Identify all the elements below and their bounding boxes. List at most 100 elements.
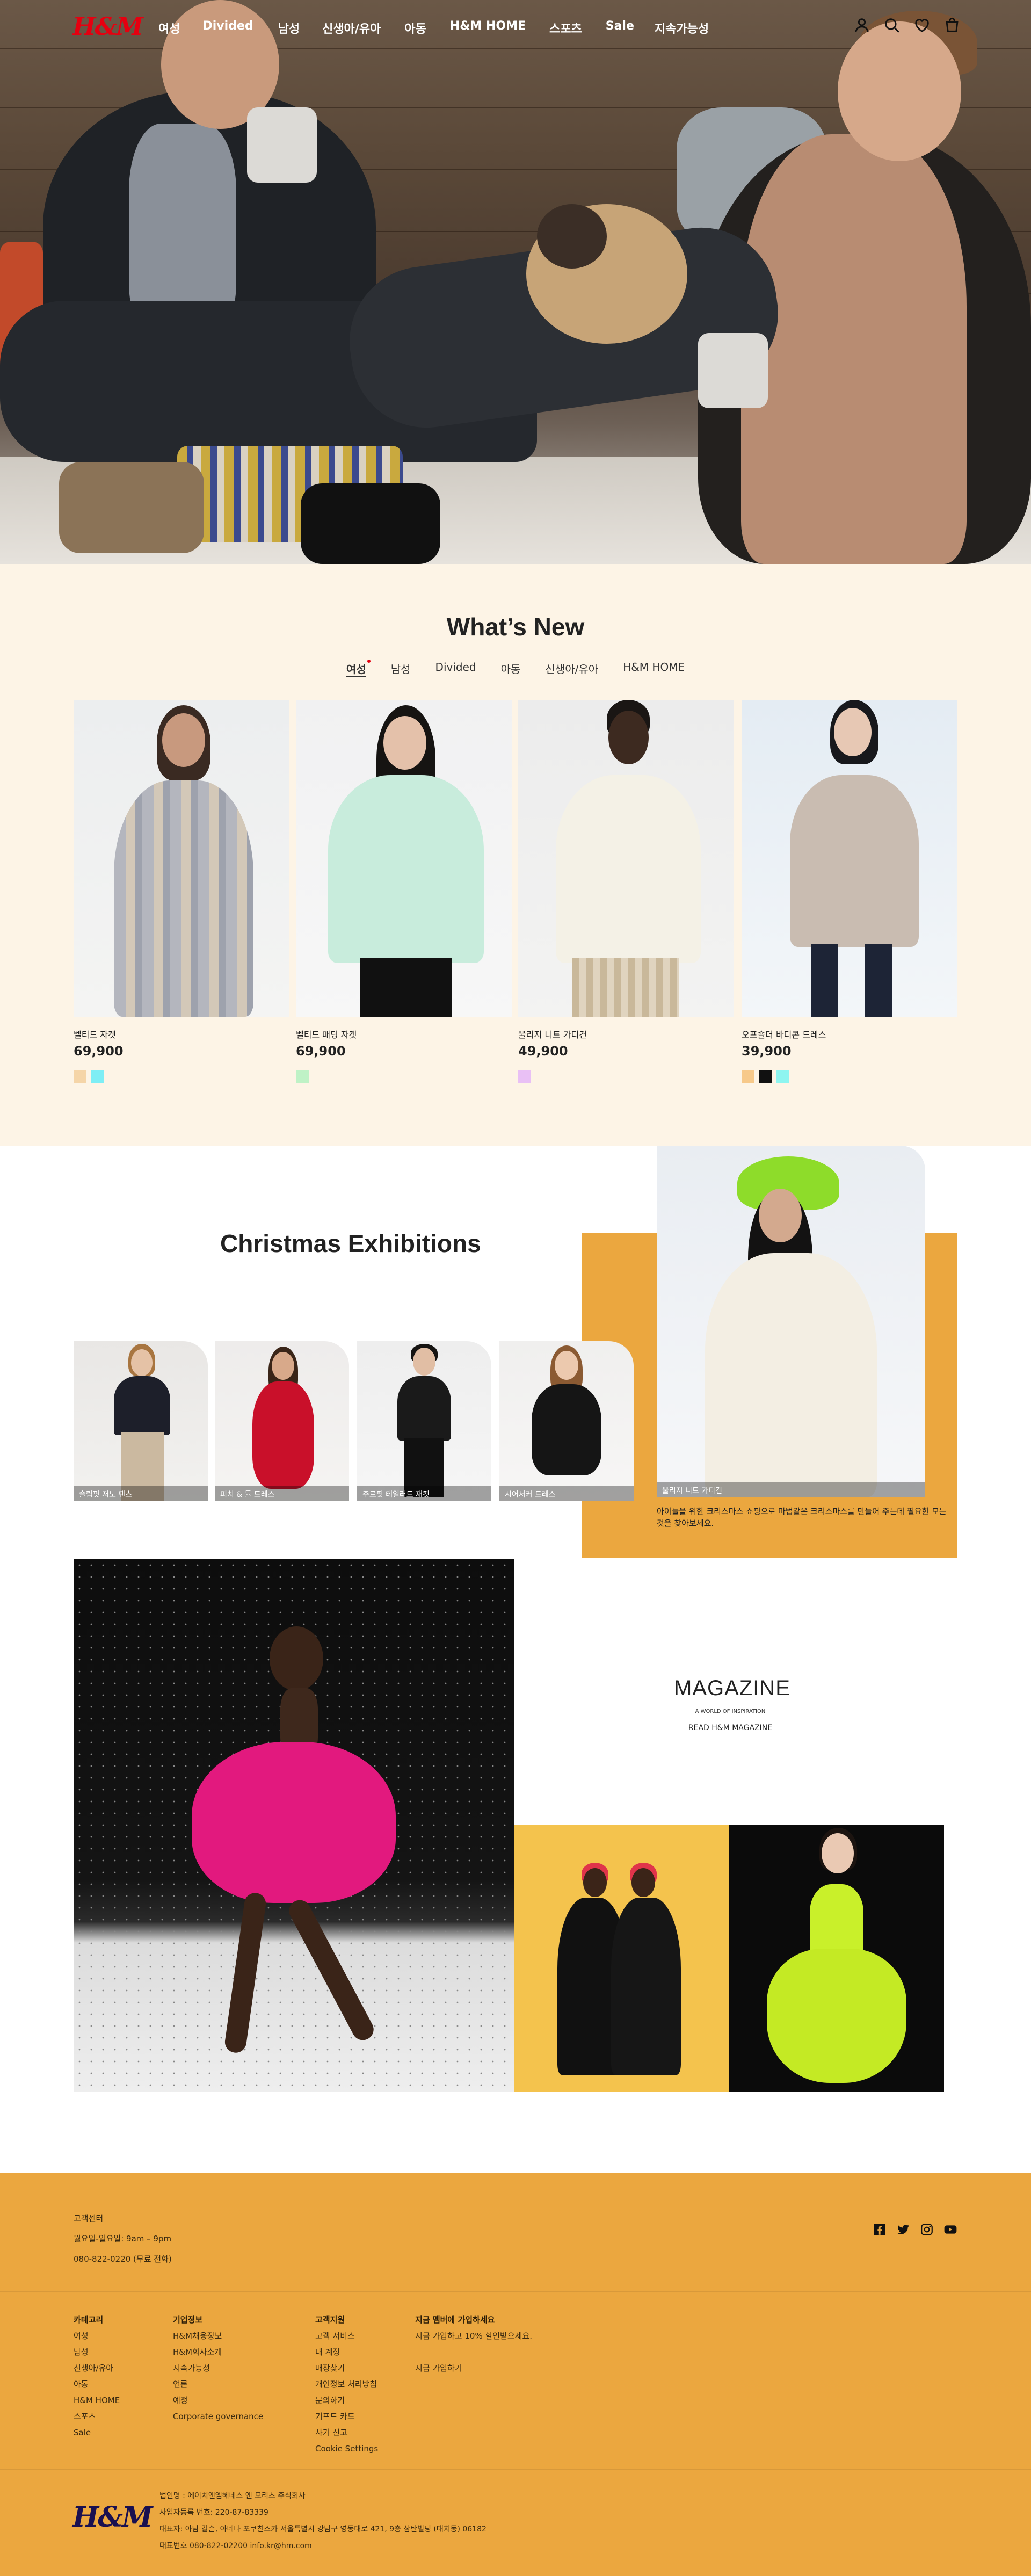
model-face — [822, 1833, 854, 1873]
whats-new-tabs: 여성 남성 Divided 아동 신생아/유아 H&M HOME — [0, 660, 1031, 676]
hero-mug — [698, 333, 768, 408]
heart-icon[interactable] — [913, 16, 931, 34]
product-card[interactable]: 울리지 니트 가디건 49,900 — [518, 700, 734, 1083]
model-top — [114, 1376, 170, 1435]
footer-link[interactable]: H&M회사소개 — [173, 2344, 263, 2360]
footer-link[interactable]: 신생아/유아 — [74, 2360, 120, 2376]
hero-banner[interactable] — [0, 0, 1031, 564]
color-swatch[interactable] — [776, 1070, 789, 1083]
footer-link[interactable]: 고객 서비스 — [315, 2328, 378, 2344]
read-magazine-link[interactable]: READ H&M MAGAZINE — [674, 1724, 787, 1732]
footer-link[interactable]: Sale — [74, 2425, 120, 2441]
magazine-model — [74, 1559, 514, 2092]
color-swatch[interactable] — [759, 1070, 772, 1083]
tab-kids[interactable]: 아동 — [501, 661, 521, 676]
color-swatch[interactable] — [296, 1070, 309, 1083]
instagram-icon[interactable] — [920, 2223, 934, 2237]
magazine-models — [514, 1825, 729, 2092]
nav-link-home[interactable]: H&M HOME — [450, 19, 526, 37]
product-model — [518, 700, 734, 1017]
model-jacket — [328, 775, 484, 963]
product-name[interactable]: 벨티드 자켓 — [74, 1027, 289, 1040]
footer-link[interactable]: H&M HOME — [74, 2392, 120, 2408]
footer-link[interactable]: 아동 — [74, 2376, 120, 2392]
product-image[interactable] — [74, 700, 289, 1017]
nav-link-men[interactable]: 남성 — [278, 19, 300, 37]
color-swatch[interactable] — [74, 1070, 86, 1083]
nav-link-sport[interactable]: 스포츠 — [549, 19, 582, 37]
product-card[interactable]: 벨티드 패딩 자켓 69,900 — [296, 700, 512, 1083]
product-name[interactable]: 벨티드 패딩 자켓 — [296, 1027, 512, 1040]
nav-link-divided[interactable]: Divided — [202, 19, 253, 37]
cart-icon[interactable] — [943, 16, 961, 34]
magazine-main-image[interactable] — [74, 1559, 514, 2092]
nav-link-sustainability[interactable]: 지속가능성 — [655, 19, 709, 37]
product-swatches — [742, 1070, 957, 1083]
christmas-card[interactable]: 슬림핏 저노 팬츠 — [74, 1341, 208, 1501]
color-swatch[interactable] — [742, 1070, 754, 1083]
hm-logo[interactable]: H&M — [72, 12, 143, 41]
join-now-link[interactable]: 지금 가입하기 — [415, 2360, 532, 2376]
tab-home[interactable]: H&M HOME — [623, 661, 685, 676]
tab-baby[interactable]: 신생아/유아 — [545, 661, 598, 676]
footer-link[interactable]: Corporate governance — [173, 2408, 263, 2425]
product-card[interactable]: 오프숄더 바디콘 드레스 39,900 — [742, 700, 957, 1083]
nav-link-kids[interactable]: 아동 — [404, 19, 426, 37]
product-name[interactable]: 오프숄더 바디콘 드레스 — [742, 1027, 957, 1040]
search-icon[interactable] — [883, 16, 901, 34]
footer-column-support: 고객지원 고객 서비스 내 계정 매장찾기 개인정보 처리방침 문의하기 기프트… — [315, 2312, 378, 2457]
footer-link[interactable]: 문의하기 — [315, 2392, 378, 2408]
footer-link[interactable]: 사기 신고 — [315, 2425, 378, 2441]
footer-link[interactable]: H&M채용정보 — [173, 2328, 263, 2344]
footer-link[interactable]: 개인정보 처리방침 — [315, 2376, 378, 2392]
footer-link[interactable]: 매장찾기 — [315, 2360, 378, 2376]
product-image[interactable] — [296, 700, 512, 1017]
product-image[interactable] — [742, 700, 957, 1017]
youtube-icon[interactable] — [943, 2223, 957, 2237]
model-face — [834, 708, 872, 756]
customer-service-phone[interactable]: 080-822-0220 (무료 전화) — [74, 2249, 172, 2269]
nav-link-baby[interactable]: 신생아/유아 — [322, 19, 381, 37]
magazine-image-couple[interactable] — [514, 1825, 729, 2092]
card-model — [215, 1341, 349, 1501]
footer-link[interactable]: 기프트 카드 — [315, 2408, 378, 2425]
magazine-model — [729, 1825, 944, 2092]
product-image[interactable] — [518, 700, 734, 1017]
tab-divided[interactable]: Divided — [435, 661, 476, 676]
color-swatch[interactable] — [91, 1070, 104, 1083]
christmas-card[interactable]: 피치 & 튤 드레스 — [215, 1341, 349, 1501]
company-address: 대표자: 아담 칼슨, 아네타 포쿠친스카 서울특별시 강남구 영동대로 421… — [159, 2525, 487, 2534]
magazine-image-dress[interactable] — [729, 1825, 944, 2092]
color-swatch[interactable] — [518, 1070, 531, 1083]
nav-link-sale[interactable]: Sale — [606, 19, 634, 37]
footer-link[interactable]: 남성 — [74, 2344, 120, 2360]
model-jacket — [397, 1376, 451, 1441]
footer-column-heading: 카테고리 — [74, 2315, 104, 2325]
footer-link[interactable]: 언론 — [173, 2376, 263, 2392]
product-price: 39,900 — [742, 1044, 792, 1059]
top-navigation: H&M 여성 Divided 남성 신생아/유아 아동 H&M HOME 스포츠… — [0, 0, 1031, 54]
user-icon[interactable] — [853, 16, 871, 34]
model-coat — [114, 780, 253, 1017]
footer-link[interactable]: 지속가능성 — [173, 2360, 263, 2376]
twitter-icon[interactable] — [896, 2223, 910, 2237]
footer-link[interactable]: 스포츠 — [74, 2408, 120, 2425]
christmas-card[interactable]: 주르핏 테일러드 재킷 — [357, 1341, 491, 1501]
model-leg — [223, 1891, 267, 2054]
footer-hm-logo[interactable]: H&M — [72, 2501, 153, 2534]
product-model — [74, 700, 289, 1017]
footer-link[interactable]: 내 계정 — [315, 2344, 378, 2360]
hero-boot — [59, 462, 204, 553]
footer-link[interactable]: 예정 — [173, 2392, 263, 2408]
product-name[interactable]: 울리지 니트 가디건 — [518, 1027, 734, 1040]
product-card[interactable]: 벨티드 자켓 69,900 — [74, 700, 289, 1083]
tab-men[interactable]: 남성 — [391, 661, 411, 676]
footer-link[interactable]: Cookie Settings — [315, 2441, 378, 2457]
membership-promo-text: 지금 가입하고 10% 할인받으세요. — [415, 2331, 533, 2341]
tab-women[interactable]: 여성 — [346, 660, 371, 676]
christmas-feature-image[interactable]: 울리지 니트 가디건 — [657, 1146, 925, 1497]
nav-link-women[interactable]: 여성 — [158, 19, 180, 37]
christmas-card[interactable]: 시어서커 드레스 — [499, 1341, 634, 1501]
footer-link[interactable]: 여성 — [74, 2328, 120, 2344]
facebook-icon[interactable] — [873, 2223, 887, 2237]
